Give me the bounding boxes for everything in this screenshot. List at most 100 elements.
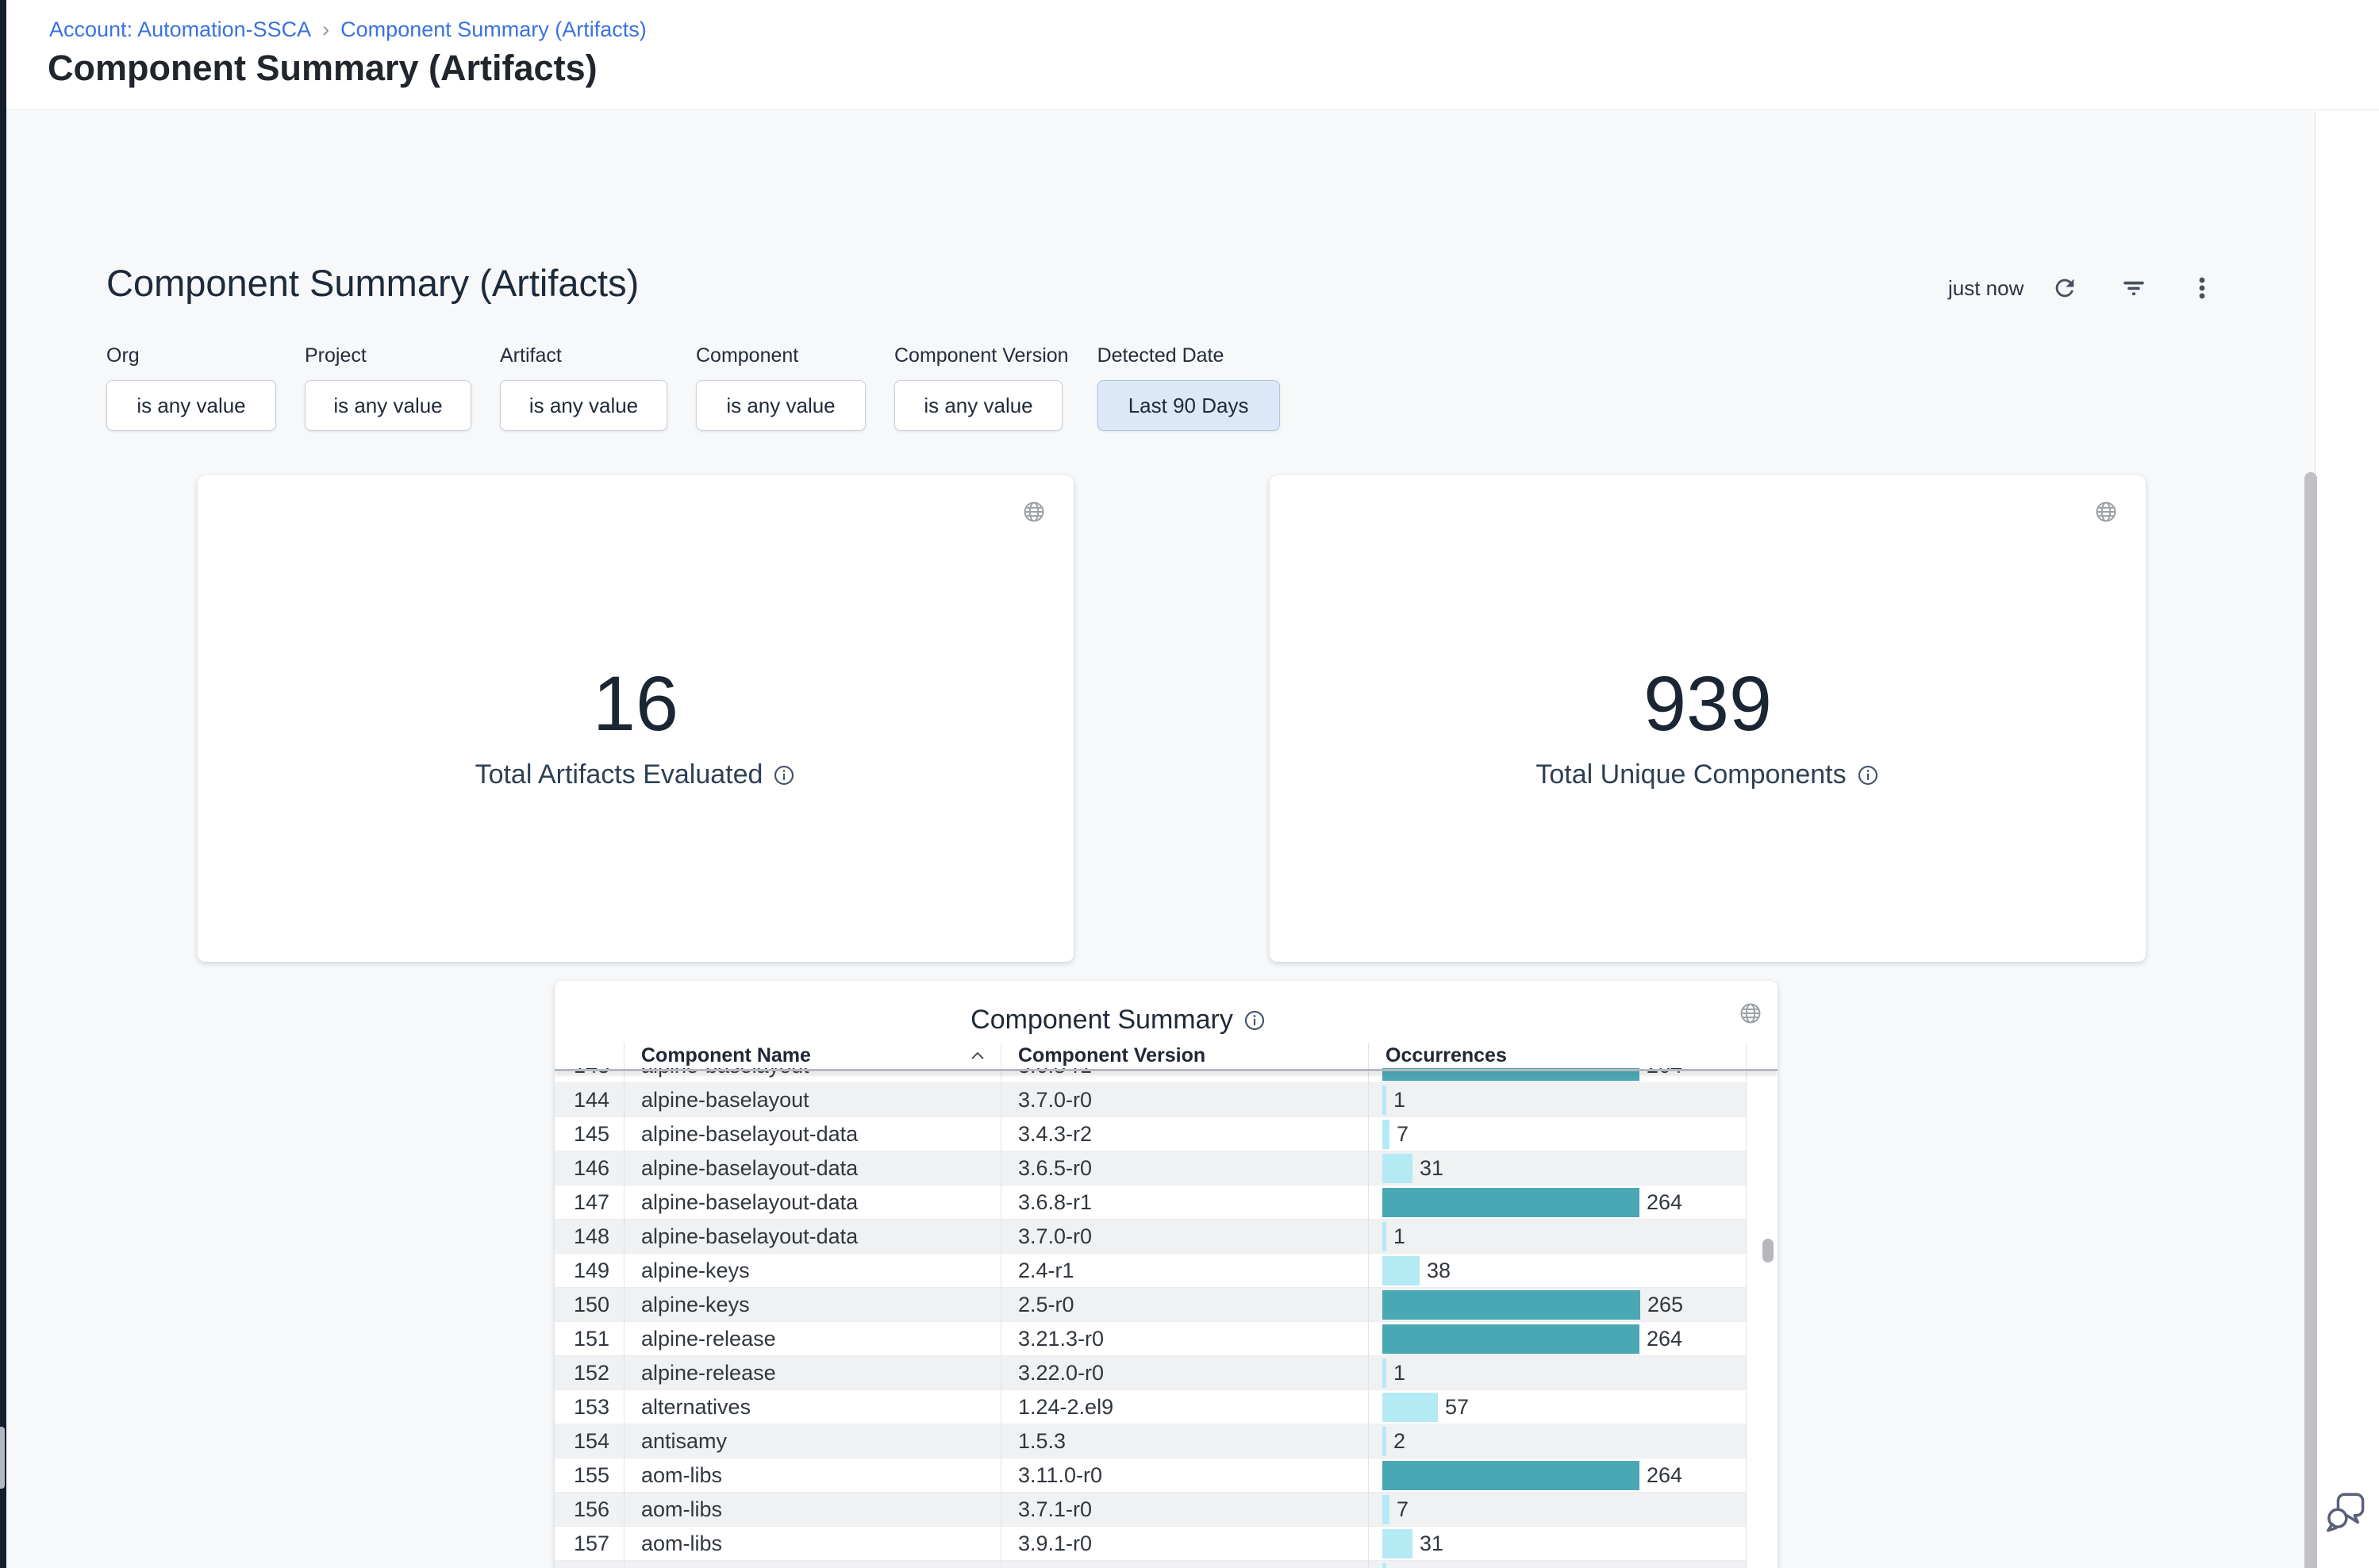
table-row[interactable]: 154antisamy1.5.32 <box>555 1424 1746 1458</box>
occurrence-bar <box>1382 1393 1438 1422</box>
filter-label: Artifact <box>500 344 667 367</box>
table-row[interactable]: 150alpine-keys2.5-r0265 <box>555 1288 1746 1322</box>
table-scrollbar-thumb[interactable] <box>1762 1239 1774 1262</box>
filter-group-component-version: Component Version is any value <box>894 344 1069 431</box>
row-index: 143 <box>555 1068 624 1078</box>
table-row[interactable]: 156aom-libs3.7.1-r07 <box>555 1493 1746 1527</box>
globe-icon[interactable] <box>2093 499 2119 525</box>
nav-scrollbar-thumb[interactable] <box>0 1427 5 1489</box>
table-row[interactable]: 143alpine-baselayout3.6.8-r1264 <box>555 1068 1746 1083</box>
occurrences-cell: 7 <box>1368 1493 1746 1526</box>
occurrence-bar <box>1382 1188 1639 1217</box>
table-row[interactable]: 153alternatives1.24-2.el957 <box>555 1390 1746 1424</box>
info-icon[interactable] <box>772 763 796 787</box>
globe-icon[interactable] <box>1738 1001 1763 1026</box>
filter-label: Project <box>305 344 471 367</box>
occurrence-value: 38 <box>1427 1259 1451 1283</box>
filter-label: Component Version <box>894 344 1069 367</box>
component-name-cell: alpine-baselayout-data <box>624 1122 1001 1147</box>
row-index: 145 <box>555 1122 624 1147</box>
component-version-cell: 3.6.8-r1 <box>1001 1190 1368 1215</box>
filter-value-button[interactable]: is any value <box>106 380 276 431</box>
occurrence-value: 2 <box>1393 1429 1405 1454</box>
occurrence-bar <box>1382 1154 1412 1183</box>
filter-label: Component <box>696 344 866 367</box>
occurrence-bar <box>1382 1529 1412 1558</box>
table-row[interactable]: 158apacheds-all1.5.52 <box>555 1561 1746 1568</box>
row-index: 155 <box>555 1463 624 1488</box>
table-row[interactable]: 146alpine-baselayout-data3.6.5-r031 <box>555 1151 1746 1186</box>
occurrence-bar <box>1382 1495 1389 1524</box>
occurrence-bar <box>1382 1256 1420 1286</box>
filter-value-button[interactable]: is any value <box>696 380 866 431</box>
row-index: 157 <box>555 1531 624 1556</box>
occurrence-value: 264 <box>1647 1327 1682 1351</box>
component-version-cell: 1.5.3 <box>1001 1429 1368 1454</box>
kebab-menu-icon[interactable] <box>2187 273 2217 303</box>
component-version-cell: 3.11.0-r0 <box>1001 1463 1368 1488</box>
occurrences-cell: 1 <box>1368 1220 1746 1253</box>
row-index: 153 <box>555 1395 624 1420</box>
component-name-cell: antisamy <box>624 1429 1001 1454</box>
breadcrumb-account-link[interactable]: Account: Automation-SSCA <box>49 16 311 43</box>
filter-group-detected-date: Detected DateLast 90 Days <box>1097 344 1280 431</box>
filter-icon[interactable] <box>2119 273 2149 303</box>
page-header: Account: Automation-SSCA › Component Sum… <box>6 0 2379 110</box>
breadcrumb-current-link[interactable]: Component Summary (Artifacts) <box>340 16 647 43</box>
page-scrollbar-thumb[interactable] <box>2304 472 2317 1568</box>
table-row[interactable]: 145alpine-baselayout-data3.4.3-r27 <box>555 1117 1746 1151</box>
column-header-component-name[interactable]: Component Name <box>624 1044 1001 1067</box>
tile-value: 16 <box>198 663 1074 745</box>
filter-value-button[interactable]: is any value <box>305 380 471 431</box>
occurrences-cell: 264 <box>1368 1186 1746 1219</box>
component-version-cell: 2.4-r1 <box>1001 1259 1368 1283</box>
row-index: 158 <box>555 1566 624 1568</box>
filter-value-button[interactable]: is any value <box>894 380 1063 431</box>
table-row[interactable]: 148alpine-baselayout-data3.7.0-r01 <box>555 1220 1746 1254</box>
chat-bubbles-icon[interactable] <box>2323 1487 2371 1535</box>
component-version-cell: 3.7.0-r0 <box>1001 1224 1368 1249</box>
info-icon[interactable] <box>1243 1009 1266 1032</box>
occurrence-value: 265 <box>1647 1293 1683 1317</box>
component-summary-table-card: Component Summary Component Name Compone… <box>555 981 1778 1568</box>
occurrence-value: 264 <box>1647 1068 1682 1078</box>
table-row[interactable]: 147alpine-baselayout-data3.6.8-r1264 <box>555 1186 1746 1220</box>
column-header-occurrences[interactable]: Occurrences <box>1368 1044 1746 1067</box>
refresh-icon[interactable] <box>2050 273 2080 303</box>
refresh-status: just now <box>1948 275 2023 302</box>
filter-group-org: Orgis any value <box>106 344 276 431</box>
occurrences-cell: 264 <box>1368 1068 1746 1082</box>
table-row[interactable]: 155aom-libs3.11.0-r0264 <box>555 1458 1746 1493</box>
occurrences-cell: 264 <box>1368 1322 1746 1355</box>
table-row[interactable]: 157aom-libs3.9.1-r031 <box>555 1527 1746 1561</box>
occurrence-value: 31 <box>1420 1156 1443 1181</box>
breadcrumb-separator-icon: › <box>322 16 329 43</box>
filter-value-button[interactable]: is any value <box>500 380 667 431</box>
occurrence-value: 7 <box>1397 1122 1409 1147</box>
column-header-component-version[interactable]: Component Version <box>1001 1044 1368 1067</box>
info-icon[interactable] <box>1856 763 1880 787</box>
component-name-cell: aom-libs <box>624 1497 1001 1522</box>
component-version-cell: 3.9.1-r0 <box>1001 1531 1368 1556</box>
occurrence-value: 57 <box>1445 1395 1469 1420</box>
filter-value-button[interactable]: Last 90 Days <box>1097 380 1280 431</box>
occurrence-value: 264 <box>1647 1190 1682 1215</box>
tile-label: Total Artifacts Evaluated <box>475 759 763 790</box>
table-body: 143alpine-baselayout3.6.8-r1264144alpine… <box>555 1068 1746 1568</box>
globe-icon[interactable] <box>1021 499 1047 525</box>
table-row[interactable]: 149alpine-keys2.4-r138 <box>555 1254 1746 1288</box>
occurrences-cell: 2 <box>1368 1561 1746 1568</box>
occurrences-cell: 31 <box>1368 1527 1746 1560</box>
table-title: Component Summary <box>970 1005 1233 1036</box>
tile-value: 939 <box>1270 663 2146 745</box>
table-row[interactable]: 144alpine-baselayout3.7.0-r01 <box>555 1083 1746 1117</box>
column-divider <box>1746 1043 1747 1568</box>
breadcrumb: Account: Automation-SSCA › Component Sum… <box>49 16 647 43</box>
occurrence-bar <box>1382 1461 1639 1490</box>
occurrence-bar <box>1382 1222 1386 1251</box>
occurrences-cell: 57 <box>1368 1390 1746 1424</box>
row-index: 148 <box>555 1224 624 1249</box>
table-row[interactable]: 152alpine-release3.22.0-r01 <box>555 1356 1746 1390</box>
filter-bar: Orgis any value Project is any value Artifa… <box>106 344 1280 431</box>
table-row[interactable]: 151alpine-release3.21.3-r0264 <box>555 1322 1746 1356</box>
